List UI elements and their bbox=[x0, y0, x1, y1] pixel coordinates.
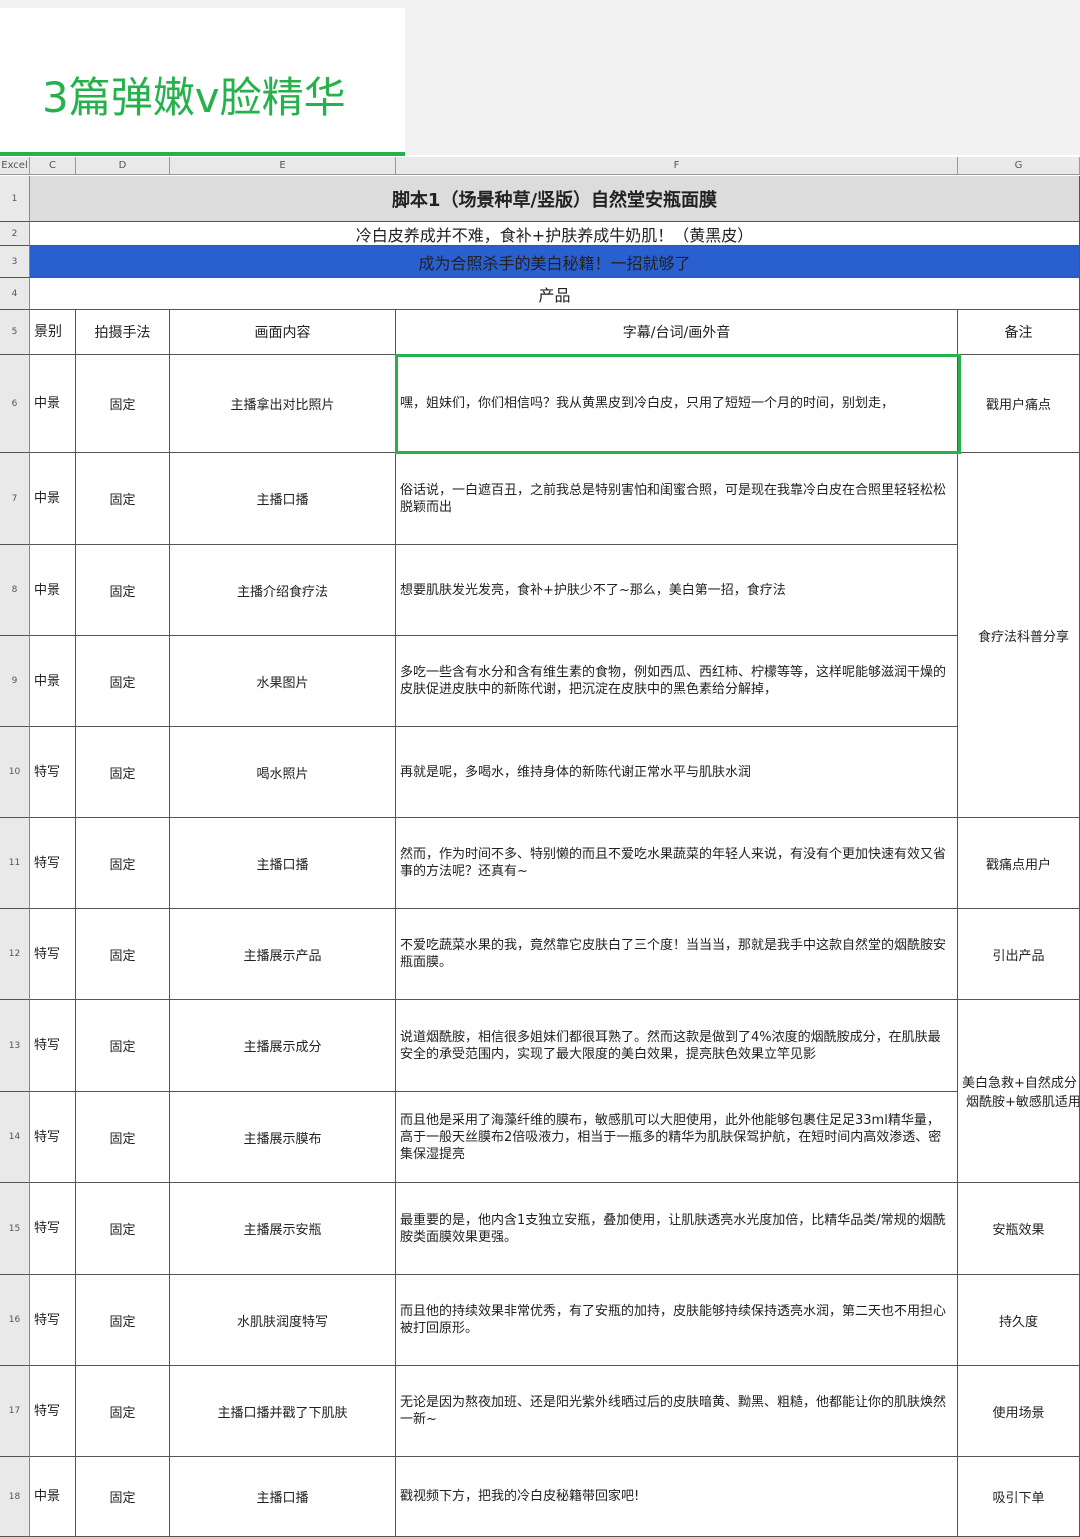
row-number[interactable]: 12 bbox=[0, 909, 30, 1000]
cell-note[interactable]: 戳痛点用户 bbox=[958, 818, 1080, 909]
cell-technique[interactable]: 固定 bbox=[76, 1183, 170, 1275]
cell-scene[interactable]: 主播介绍食疗法 bbox=[170, 545, 396, 636]
cell-script[interactable]: 戳视频下方，把我的冷白皮秘籍带回家吧! bbox=[396, 1457, 958, 1537]
cell-shot-size[interactable]: 特写 bbox=[30, 1366, 76, 1457]
cell-technique[interactable]: 固定 bbox=[76, 355, 170, 453]
column-header[interactable]: D bbox=[76, 157, 170, 175]
row-number[interactable]: 4 bbox=[0, 278, 30, 310]
row-number[interactable]: 7 bbox=[0, 453, 30, 545]
cell-shot-size[interactable]: 中景 bbox=[30, 1457, 76, 1537]
cell-script[interactable]: 无论是因为熬夜加班、还是阳光紫外线晒过后的皮肤暗黄、黝黑、粗糙，他都能让你的肌肤… bbox=[396, 1366, 958, 1457]
note-line: 烟酰胺+敏感肌适用 bbox=[966, 1095, 1080, 1110]
row-number[interactable]: 15 bbox=[0, 1183, 30, 1275]
row-number[interactable]: 6 bbox=[0, 355, 30, 453]
cell-scene[interactable]: 水果图片 bbox=[170, 636, 396, 727]
cell-technique[interactable]: 固定 bbox=[76, 818, 170, 909]
cell-scene[interactable]: 主播口播 bbox=[170, 818, 396, 909]
cell-scene[interactable]: 主播口播 bbox=[170, 1457, 396, 1537]
cell-shot-size[interactable]: 特写 bbox=[30, 727, 76, 818]
row-number[interactable]: 1 bbox=[0, 176, 30, 222]
cell-scene[interactable]: 主播展示产品 bbox=[170, 909, 396, 1000]
column-header[interactable]: G bbox=[958, 157, 1080, 175]
row-number[interactable]: 3 bbox=[0, 246, 30, 278]
row-number[interactable]: 13 bbox=[0, 1000, 30, 1092]
cell-script[interactable]: 最重要的是，他内含1支独立安瓶，叠加使用，让肌肤透亮水光度加倍，比精华品类/常规… bbox=[396, 1183, 958, 1275]
cell-script[interactable]: 多吃一些含有水分和含有维生素的食物，例如西瓜、西红柿、柠檬等等，这样呢能够滋润干… bbox=[396, 636, 958, 727]
cell-technique[interactable]: 固定 bbox=[76, 1275, 170, 1366]
cell-script[interactable]: 再就是呢，多喝水，维持身体的新陈代谢正常水平与肌肤水润 bbox=[396, 727, 958, 818]
cell-scene[interactable]: 主播展示成分 bbox=[170, 1000, 396, 1092]
cell-shot-size[interactable]: 特写 bbox=[30, 1000, 76, 1092]
row-number[interactable]: 18 bbox=[0, 1457, 30, 1537]
cell-script[interactable]: 而且他的持续效果非常优秀，有了安瓶的加持，皮肤能够持续保持透亮水润，第二天也不用… bbox=[396, 1275, 958, 1366]
cell-technique[interactable]: 固定 bbox=[76, 453, 170, 545]
cell-note[interactable]: 引出产品 bbox=[958, 909, 1080, 1000]
cell-technique[interactable]: 固定 bbox=[76, 545, 170, 636]
cell-technique[interactable]: 固定 bbox=[76, 1000, 170, 1092]
cell-shot-size[interactable]: 中景 bbox=[30, 636, 76, 727]
product-cell[interactable]: 产品 bbox=[30, 278, 1080, 310]
cell-note[interactable]: 吸引下单 bbox=[958, 1457, 1080, 1537]
header-c[interactable]: 景别 bbox=[30, 310, 76, 355]
cell-technique[interactable]: 固定 bbox=[76, 1092, 170, 1183]
note-line: 美白急救+自然成分 bbox=[962, 1076, 1077, 1091]
cell-scene[interactable]: 主播口播并戳了下肌肤 bbox=[170, 1366, 396, 1457]
header-g[interactable]: 备注 bbox=[958, 310, 1080, 355]
cell-shot-size[interactable]: 特写 bbox=[30, 1092, 76, 1183]
cell-scene[interactable]: 喝水照片 bbox=[170, 727, 396, 818]
row-number[interactable]: 5 bbox=[0, 310, 30, 355]
cell-script[interactable]: 而且他是采用了海藻纤维的膜布，敏感肌可以大胆使用，此外他能够包裹住足足33ml精… bbox=[396, 1092, 958, 1183]
cell-shot-size[interactable]: 中景 bbox=[30, 453, 76, 545]
cell-scene[interactable]: 主播展示膜布 bbox=[170, 1092, 396, 1183]
cell-shot-size[interactable]: 中景 bbox=[30, 355, 76, 453]
row-number[interactable]: 9 bbox=[0, 636, 30, 727]
title-underline bbox=[0, 152, 405, 156]
app-label[interactable]: Excel bbox=[0, 157, 30, 175]
banner-cell[interactable]: 成为合照杀手的美白秘籍！一招就够了 bbox=[30, 246, 1080, 278]
cell-script[interactable]: 想要肌肤发光发亮，食补+护肤少不了~那么，美白第一招，食疗法 bbox=[396, 545, 958, 636]
subtitle-cell[interactable]: 冷白皮养成并不难，食补+护肤养成牛奶肌！（黄黑皮） bbox=[30, 222, 1080, 246]
cell-technique[interactable]: 固定 bbox=[76, 636, 170, 727]
cell-technique[interactable]: 固定 bbox=[76, 727, 170, 818]
column-header[interactable]: F bbox=[396, 157, 958, 175]
cell-note[interactable]: 戳用户痛点 bbox=[958, 355, 1080, 453]
selected-cell-highlight bbox=[395, 354, 961, 454]
row-number[interactable]: 8 bbox=[0, 545, 30, 636]
row-number[interactable]: 16 bbox=[0, 1275, 30, 1366]
cell-shot-size[interactable]: 特写 bbox=[30, 1275, 76, 1366]
cell-note[interactable]: 使用场景 bbox=[958, 1366, 1080, 1457]
cell-shot-size[interactable]: 特写 bbox=[30, 909, 76, 1000]
cell-script[interactable]: 不爱吃蔬菜水果的我，竟然靠它皮肤白了三个度！当当当，那就是我手中这款自然堂的烟酰… bbox=[396, 909, 958, 1000]
header-e[interactable]: 画面内容 bbox=[170, 310, 396, 355]
column-header[interactable]: C bbox=[30, 157, 76, 175]
cell-scene[interactable]: 水肌肤润度特写 bbox=[170, 1275, 396, 1366]
title-card: 3篇弹嫩v脸精华 bbox=[0, 8, 405, 154]
row-number[interactable]: 11 bbox=[0, 818, 30, 909]
cell-shot-size[interactable]: 特写 bbox=[30, 818, 76, 909]
row-number[interactable]: 10 bbox=[0, 727, 30, 818]
cell-note-merged[interactable]: 美白急救+自然成分烟酰胺+敏感肌适用 bbox=[958, 1000, 1080, 1183]
row-number[interactable]: 17 bbox=[0, 1366, 30, 1457]
cell-technique[interactable]: 固定 bbox=[76, 1457, 170, 1537]
cell-note-merged[interactable]: 食疗法科普分享 bbox=[958, 453, 1080, 818]
cell-note[interactable]: 持久度 bbox=[958, 1275, 1080, 1366]
row-number[interactable]: 14 bbox=[0, 1092, 30, 1183]
cell-scene[interactable]: 主播展示安瓶 bbox=[170, 1183, 396, 1275]
cell-scene[interactable]: 主播拿出对比照片 bbox=[170, 355, 396, 453]
row-number[interactable]: 2 bbox=[0, 222, 30, 246]
cell-note[interactable]: 安瓶效果 bbox=[958, 1183, 1080, 1275]
header-d[interactable]: 拍摄手法 bbox=[76, 310, 170, 355]
cell-technique[interactable]: 固定 bbox=[76, 1366, 170, 1457]
document-title: 3篇弹嫩v脸精华 bbox=[42, 73, 346, 122]
cell-technique[interactable]: 固定 bbox=[76, 909, 170, 1000]
column-header[interactable]: E bbox=[170, 157, 396, 175]
sheet-title-cell[interactable]: 脚本1（场景种草/竖版）自然堂安瓶面膜 bbox=[30, 176, 1080, 222]
cell-script[interactable]: 说道烟酰胺，相信很多姐妹们都很耳熟了。然而这款是做到了4%浓度的烟酰胺成分，在肌… bbox=[396, 1000, 958, 1092]
cell-script[interactable]: 俗话说，一白遮百丑，之前我总是特别害怕和闺蜜合照，可是现在我靠冷白皮在合照里轻轻… bbox=[396, 453, 958, 545]
header-f[interactable]: 字幕/台词/画外音 bbox=[396, 310, 958, 355]
cell-script[interactable]: 然而，作为时间不多、特别懒的而且不爱吃水果蔬菜的年轻人来说，有没有个更加快速有效… bbox=[396, 818, 958, 909]
cell-shot-size[interactable]: 特写 bbox=[30, 1183, 76, 1275]
cell-scene[interactable]: 主播口播 bbox=[170, 453, 396, 545]
cell-shot-size[interactable]: 中景 bbox=[30, 545, 76, 636]
